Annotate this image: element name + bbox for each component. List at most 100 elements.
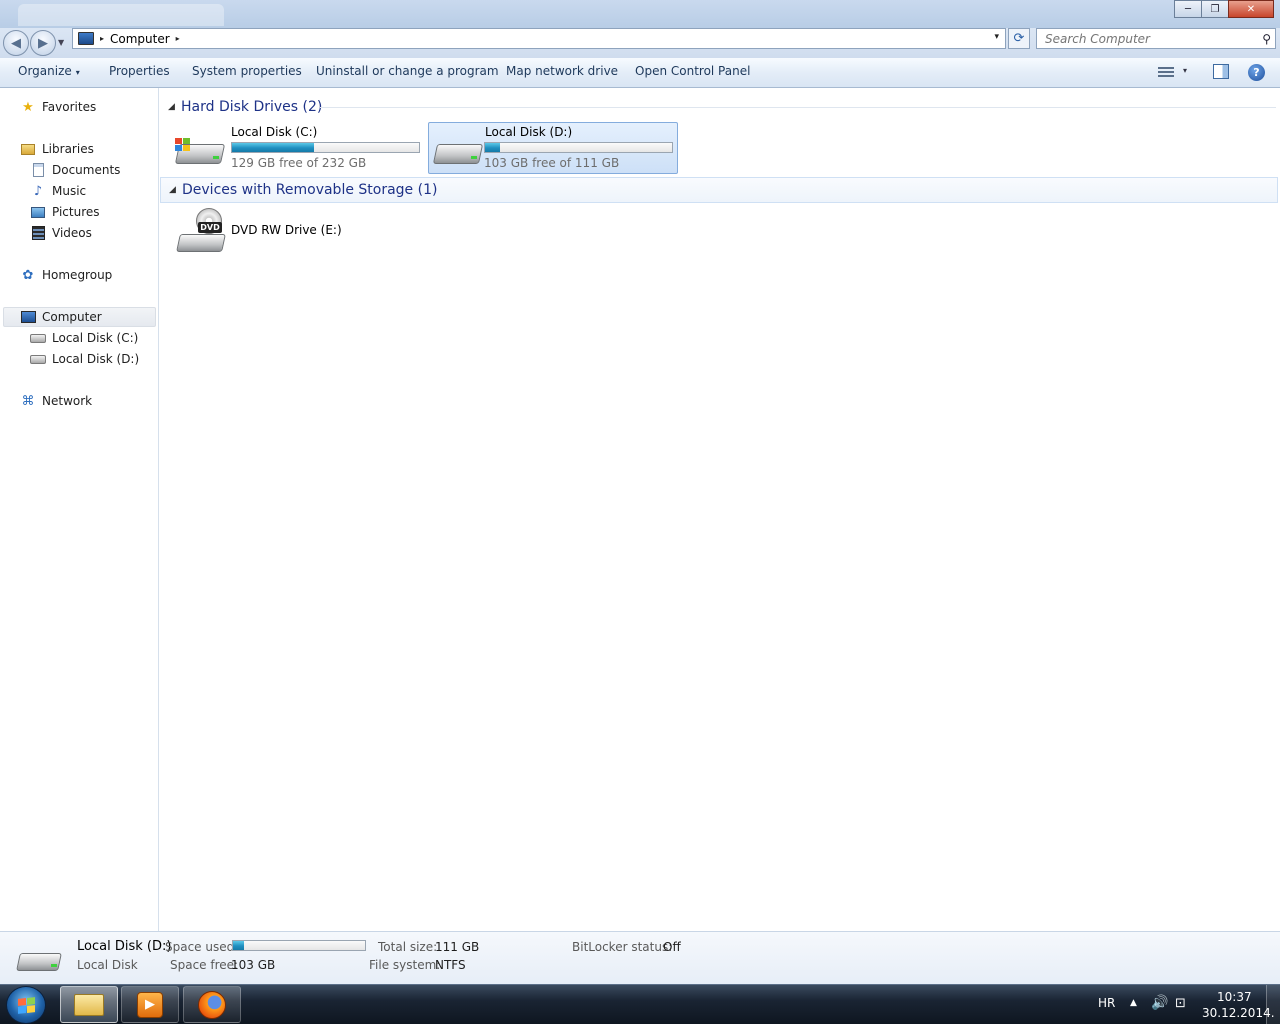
- taskbar-firefox-button[interactable]: [183, 986, 241, 1023]
- collapse-triangle-icon[interactable]: ◢: [168, 102, 175, 112]
- map-network-drive-button[interactable]: Map network drive: [506, 64, 618, 78]
- drive-usage-fill: [485, 143, 500, 152]
- nav-label: Libraries: [42, 142, 94, 156]
- minimize-button[interactable]: ─: [1174, 0, 1202, 18]
- drive-usage-bar: [484, 142, 673, 153]
- language-indicator[interactable]: HR: [1098, 996, 1115, 1010]
- nav-item-videos[interactable]: Videos: [30, 223, 92, 243]
- bitlocker-label: BitLocker status:: [572, 940, 673, 954]
- drive-tile-d[interactable]: Local Disk (D:) 103 GB free of 111 GB: [428, 122, 678, 174]
- details-drive-name: Local Disk (D:): [77, 939, 172, 954]
- clock-date[interactable]: 30.12.2014.: [1202, 1006, 1275, 1020]
- drive-free-space: 103 GB free of 111 GB: [484, 156, 620, 170]
- documents-icon: [30, 162, 46, 178]
- command-bar: Organize ▾ Properties System properties U…: [0, 58, 1280, 88]
- search-icon[interactable]: ⚲: [1262, 32, 1271, 46]
- nav-label: Favorites: [42, 100, 97, 114]
- group-divider: [320, 107, 1276, 108]
- nav-item-libraries[interactable]: Libraries: [20, 139, 94, 159]
- volume-icon[interactable]: 🔊: [1151, 995, 1168, 1011]
- refresh-button[interactable]: ⟳: [1008, 28, 1030, 49]
- pictures-icon: [30, 204, 46, 220]
- group-header-hard-disks[interactable]: ◢ Hard Disk Drives (2): [160, 94, 1278, 120]
- dvd-drive-icon[interactable]: DVD: [176, 208, 226, 254]
- star-icon: ★: [22, 99, 34, 115]
- title-bar: ─ ❐ ✕: [0, 0, 1280, 28]
- help-icon[interactable]: ?: [1248, 64, 1265, 81]
- music-icon: ♪: [33, 183, 43, 199]
- nav-label: Homegroup: [42, 268, 113, 282]
- nav-item-favorites[interactable]: ★ Favorites: [20, 97, 96, 117]
- windows-drive-icon: [174, 136, 226, 168]
- show-hidden-icons-icon[interactable]: ▲: [1130, 998, 1137, 1008]
- navigation-pane: ★ Favorites Libraries Documents ♪ Music …: [0, 88, 159, 931]
- clock-time[interactable]: 10:37: [1217, 990, 1252, 1004]
- nav-item-documents[interactable]: Documents: [30, 160, 120, 180]
- forward-button[interactable]: ▶: [30, 30, 56, 56]
- breadcrumb-arrow-icon[interactable]: ▸: [176, 34, 180, 43]
- space-used-fill: [233, 941, 244, 950]
- nav-item-network[interactable]: ⌘ Network: [20, 391, 93, 411]
- chevron-down-icon: ▾: [75, 68, 80, 77]
- recent-pages-dropdown[interactable]: ▼: [58, 38, 64, 47]
- search-box[interactable]: ⚲: [1036, 28, 1276, 49]
- nav-label: Computer: [42, 310, 102, 324]
- uninstall-program-button[interactable]: Uninstall or change a program: [316, 64, 499, 78]
- breadcrumb-computer[interactable]: Computer: [110, 32, 170, 46]
- system-properties-button[interactable]: System properties: [192, 64, 302, 78]
- folder-icon: [74, 993, 104, 1016]
- drive-tile-c[interactable]: Local Disk (C:) 129 GB free of 232 GB: [170, 122, 420, 174]
- back-button[interactable]: ◀: [3, 30, 29, 56]
- open-control-panel-button[interactable]: Open Control Panel: [635, 64, 750, 78]
- drive-name: Local Disk (D:): [485, 125, 573, 139]
- preview-pane-icon[interactable]: [1213, 64, 1229, 79]
- media-player-icon: ▶: [137, 991, 163, 1018]
- group-title: Hard Disk Drives (2): [181, 99, 323, 115]
- view-options-dropdown[interactable]: ▾: [1183, 66, 1187, 75]
- space-free-label: Space free:: [170, 958, 239, 972]
- close-button[interactable]: ✕: [1228, 0, 1274, 18]
- space-free-value: 103 GB: [231, 958, 276, 972]
- homegroup-icon: ✿: [22, 267, 34, 283]
- bitlocker-value: Off: [663, 940, 681, 954]
- search-input[interactable]: [1037, 29, 1247, 48]
- collapse-triangle-icon[interactable]: ◢: [169, 185, 176, 195]
- change-view-icon[interactable]: [1158, 65, 1174, 79]
- dvd-drive-name[interactable]: DVD RW Drive (E:): [231, 223, 342, 237]
- content-pane: ◢ Hard Disk Drives (2) Local Disk (C:) 1…: [160, 88, 1280, 931]
- nav-item-disk-c[interactable]: Local Disk (C:): [30, 328, 138, 348]
- nav-label: Documents: [52, 163, 121, 177]
- hard-disk-icon: [30, 330, 46, 346]
- nav-item-homegroup[interactable]: ✿ Homegroup: [20, 265, 113, 285]
- background-window-tab: [18, 4, 224, 26]
- taskbar-explorer-button[interactable]: [60, 986, 118, 1023]
- breadcrumb-arrow-icon[interactable]: ▸: [100, 34, 104, 43]
- nav-label: Videos: [52, 226, 92, 240]
- address-dropdown-icon[interactable]: ▾: [994, 32, 999, 42]
- nav-item-music[interactable]: ♪ Music: [30, 181, 86, 201]
- computer-icon: [78, 32, 94, 45]
- address-row: ◀ ▶ ▼ ▸ Computer ▸ ▾ ⟳ ⚲: [0, 28, 1280, 58]
- back-arrow-icon: ◀: [11, 35, 21, 51]
- hard-disk-icon: [432, 136, 484, 168]
- organize-button[interactable]: Organize ▾: [18, 64, 80, 78]
- nav-item-pictures[interactable]: Pictures: [30, 202, 100, 222]
- taskbar-media-player-button[interactable]: ▶: [121, 986, 179, 1023]
- network-status-icon[interactable]: ⊡: [1175, 996, 1186, 1011]
- nav-item-computer[interactable]: Computer: [20, 307, 102, 327]
- drive-usage-fill: [232, 143, 315, 152]
- firefox-icon: [198, 990, 226, 1019]
- network-icon: ⌘: [21, 393, 35, 409]
- nav-item-disk-d[interactable]: Local Disk (D:): [30, 349, 139, 369]
- hard-disk-icon: [16, 947, 62, 977]
- videos-icon: [30, 225, 46, 241]
- start-button[interactable]: [6, 986, 46, 1024]
- computer-icon: [20, 309, 36, 325]
- total-size-label: Total size:: [378, 940, 438, 954]
- show-desktop-button[interactable]: [1266, 985, 1280, 1024]
- maximize-button[interactable]: ❐: [1201, 0, 1229, 18]
- group-header-removable[interactable]: ◢ Devices with Removable Storage (1): [160, 177, 1278, 203]
- properties-button[interactable]: Properties: [109, 64, 170, 78]
- details-pane: Local Disk (D:) Local Disk Space used: S…: [0, 931, 1280, 984]
- address-bar[interactable]: ▸ Computer ▸ ▾: [72, 28, 1006, 49]
